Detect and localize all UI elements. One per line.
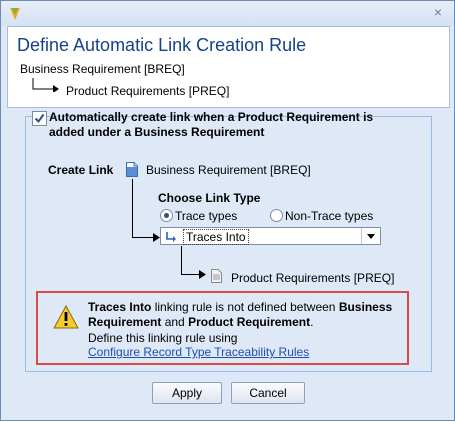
- warning-line-2: Requirement and Product Requirement.: [88, 315, 313, 330]
- header-source-type: Business Requirement [BREQ]: [20, 62, 185, 76]
- title-bar: ×: [1, 1, 454, 26]
- document-icon: [126, 162, 138, 177]
- link-type-select[interactable]: Traces Into: [160, 227, 381, 245]
- dropdown-arrow-icon[interactable]: [361, 228, 380, 244]
- warning-icon: [53, 305, 79, 329]
- non-trace-types-radio[interactable]: [270, 209, 283, 222]
- non-trace-types-label[interactable]: Non-Trace types: [285, 209, 373, 223]
- apply-button[interactable]: Apply: [152, 382, 222, 404]
- warning-line-3: Define this linking rule using: [88, 331, 238, 345]
- auto-create-label-line2: added under a Business Requirement: [49, 125, 265, 139]
- dialog-title: Define Automatic Link Creation Rule: [17, 35, 307, 55]
- app-logo-icon: [10, 8, 20, 20]
- link-type-selected-value: Traces Into: [183, 229, 249, 245]
- create-link-source-type: Business Requirement [BREQ]: [146, 163, 311, 177]
- warning-from-type: Business: [338, 300, 393, 314]
- hierarchy-arrow-icon: [32, 78, 59, 92]
- warning-line-1: Traces Into linking rule is not defined …: [88, 300, 392, 315]
- warning-period: .: [310, 315, 314, 329]
- header-target-type: Product Requirements [PREQ]: [66, 84, 230, 98]
- configure-traceability-link[interactable]: Configure Record Type Traceability Rules: [88, 345, 309, 360]
- warning-rule-name: Traces Into: [88, 300, 152, 314]
- dialog-window: × Define Automatic Link Creation Rule Bu…: [0, 0, 455, 421]
- auto-create-label-line1: Automatically create link when a Product…: [49, 110, 374, 124]
- checkmark-icon: [34, 113, 45, 124]
- choose-link-type-label: Choose Link Type: [158, 191, 261, 205]
- warning-to-type: Product Requirement: [188, 315, 311, 329]
- radio-selected-dot: [164, 213, 169, 218]
- trace-link-icon: [166, 232, 176, 242]
- auto-create-label: Automatically create link when a Product…: [49, 110, 373, 140]
- document-gray-icon: [211, 269, 222, 283]
- link-target-type: Product Requirements [PREQ]: [231, 271, 395, 285]
- dialog-header: Define Automatic Link Creation Rule Busi…: [7, 26, 450, 108]
- trace-types-label[interactable]: Trace types: [175, 209, 237, 223]
- close-button[interactable]: ×: [430, 4, 446, 20]
- create-link-label: Create Link: [48, 163, 114, 177]
- warning-box: Traces Into linking rule is not defined …: [36, 291, 409, 365]
- warning-from-type-cont: Requirement: [88, 315, 162, 329]
- cancel-button[interactable]: Cancel: [231, 382, 305, 404]
- auto-create-checkbox[interactable]: [32, 111, 47, 126]
- warning-and-text: and: [161, 315, 189, 329]
- trace-types-radio[interactable]: [160, 209, 173, 222]
- warning-text-1: linking rule is not defined between: [151, 300, 339, 314]
